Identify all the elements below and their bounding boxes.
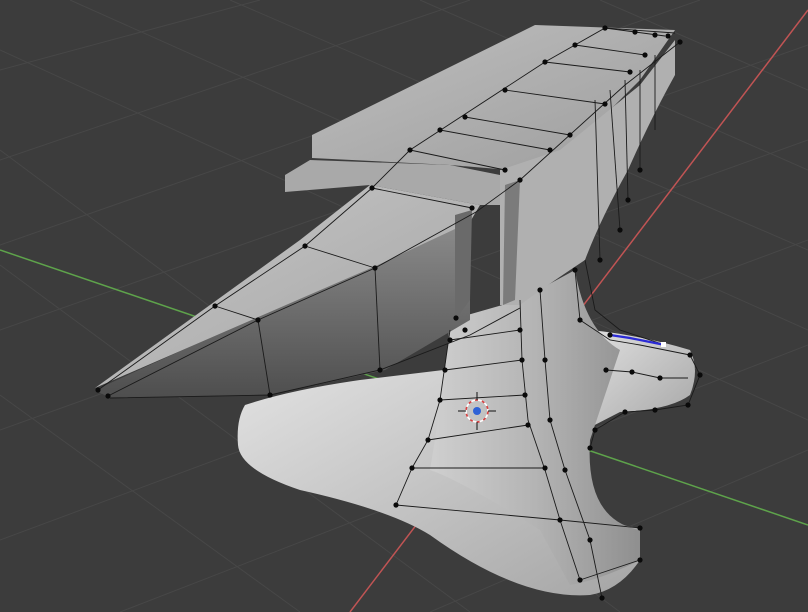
active-vertex — [661, 342, 666, 347]
viewport-canvas[interactable] — [0, 0, 808, 612]
anvil-mesh[interactable] — [95, 25, 695, 596]
3d-viewport[interactable] — [0, 0, 808, 612]
